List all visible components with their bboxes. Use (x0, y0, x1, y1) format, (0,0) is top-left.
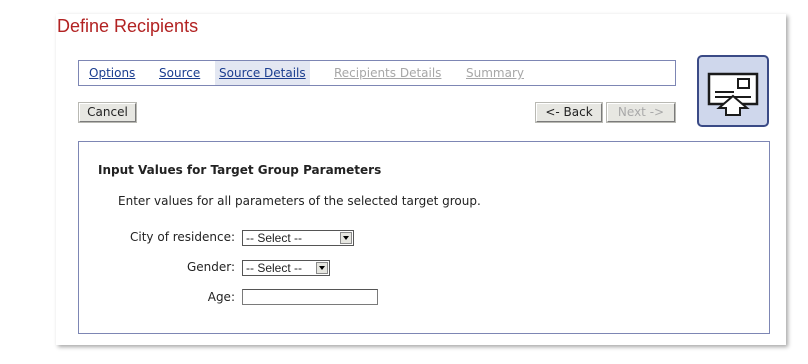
recipient-card-icon (697, 55, 769, 127)
wizard-step-nav: Options Source Source Details Recipients… (78, 60, 676, 86)
age-input[interactable] (242, 289, 378, 305)
step-link-source-details[interactable]: Source Details (215, 61, 310, 85)
city-of-residence-select[interactable]: -- Select -- (242, 230, 354, 246)
gender-label: Gender: (186, 260, 235, 274)
page-title: Define Recipients (57, 16, 199, 36)
chevron-down-icon[interactable] (316, 262, 328, 274)
city-of-residence-value: -- Select -- (246, 231, 303, 245)
panel-heading: Input Values for Target Group Parameters (98, 163, 382, 177)
age-label: Age: (207, 290, 235, 304)
chevron-down-icon[interactable] (340, 232, 352, 244)
step-link-recipients-details: Recipients Details (334, 66, 442, 80)
panel-description: Enter values for all parameters of the s… (118, 194, 481, 208)
back-button[interactable]: <- Back (535, 102, 603, 123)
gender-select[interactable]: -- Select -- (242, 260, 330, 276)
step-link-source[interactable]: Source (155, 61, 204, 85)
gender-value: -- Select -- (246, 261, 303, 275)
city-of-residence-label: City of residence: (130, 230, 235, 244)
cancel-button[interactable]: Cancel (78, 102, 137, 123)
next-button: Next -> (606, 102, 676, 123)
step-link-options[interactable]: Options (85, 61, 139, 85)
step-link-summary: Summary (466, 66, 524, 80)
recipient-card-icon-graphic (707, 72, 759, 116)
